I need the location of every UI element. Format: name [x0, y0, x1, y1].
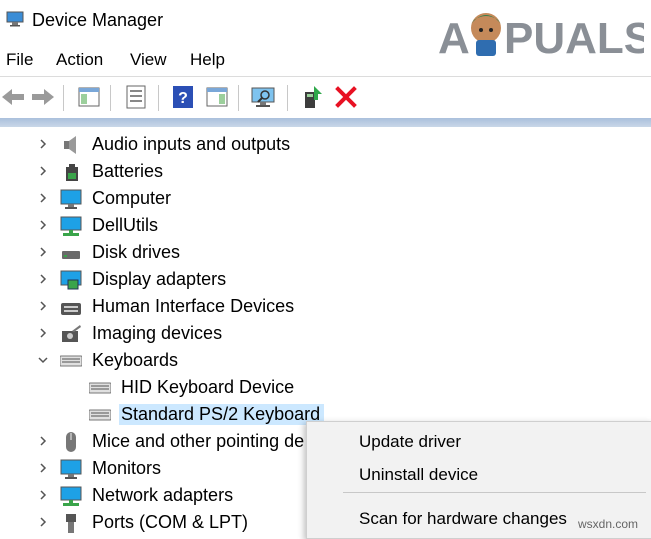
- chevron-right-icon[interactable]: [37, 138, 49, 150]
- svg-text:?: ?: [178, 90, 188, 107]
- properties-icon[interactable]: [123, 84, 149, 110]
- network-adapter-icon: [60, 486, 82, 506]
- tree-item-label: Disk drives: [92, 242, 181, 262]
- mouse-icon: [66, 432, 76, 452]
- tree-item-label: Imaging devices: [92, 323, 223, 343]
- show-hide-console-tree-icon[interactable]: [76, 84, 102, 110]
- tree-item-label: Standard PS/2 Keyboard: [119, 404, 325, 425]
- tree-item-imaging-devices[interactable]: Imaging devices: [0, 320, 651, 347]
- update-driver-menu-item[interactable]: Update driver: [359, 432, 461, 452]
- forward-arrow-icon[interactable]: [30, 84, 56, 110]
- tree-item-batteries[interactable]: Batteries: [0, 158, 651, 185]
- menu-bar: File Action View Help: [0, 44, 651, 74]
- scan-hardware-changes-icon[interactable]: [250, 84, 276, 110]
- device-manager-app-icon: [6, 11, 24, 27]
- battery-icon: [66, 164, 78, 181]
- context-menu-separator: [343, 492, 646, 493]
- chevron-right-icon[interactable]: [37, 462, 49, 474]
- menu-action[interactable]: Action: [56, 50, 103, 70]
- uninstall-device-menu-item[interactable]: Uninstall device: [359, 465, 478, 485]
- menu-help[interactable]: Help: [190, 50, 225, 70]
- camera-icon: [62, 325, 81, 342]
- tree-item-label: Display adapters: [92, 269, 227, 289]
- back-arrow-icon[interactable]: [0, 84, 26, 110]
- speaker-icon: [64, 136, 76, 154]
- tree-item-label: Human Interface Devices: [92, 296, 295, 316]
- show-action-pane-icon[interactable]: [204, 84, 230, 110]
- tree-item-audio-inputs[interactable]: Audio inputs and outputs: [0, 131, 651, 158]
- tree-item-label: Ports (COM & LPT): [92, 512, 249, 532]
- keyboard-icon: [89, 382, 111, 394]
- chevron-down-icon[interactable]: [37, 354, 49, 366]
- window-title: Device Manager: [32, 10, 164, 30]
- tree-item-label: Batteries: [92, 161, 164, 181]
- tree-item-computer[interactable]: Computer: [0, 185, 651, 212]
- toolbar-separator: [287, 85, 288, 111]
- display-adapter-icon: [60, 270, 82, 290]
- chevron-right-icon[interactable]: [37, 516, 49, 528]
- tree-item-keyboards[interactable]: Keyboards: [0, 347, 651, 374]
- tree-item-label: HID Keyboard Device: [121, 377, 295, 397]
- tree-item-label: Network adapters: [92, 485, 234, 505]
- tree-item-label: Keyboards: [92, 350, 179, 370]
- menu-file[interactable]: File: [6, 50, 33, 70]
- tree-item-hid-keyboard-device[interactable]: HID Keyboard Device: [0, 374, 651, 401]
- computer-icon: [60, 189, 82, 209]
- tree-item-label: Mice and other pointing de: [92, 431, 305, 451]
- chevron-right-icon[interactable]: [37, 165, 49, 177]
- disk-drive-icon: [62, 251, 80, 259]
- keyboard-icon: [60, 355, 82, 367]
- chevron-right-icon[interactable]: [37, 489, 49, 501]
- tree-item-disk-drives[interactable]: Disk drives: [0, 239, 651, 266]
- menu-view[interactable]: View: [130, 50, 167, 70]
- tree-item-dellutils[interactable]: DellUtils: [0, 212, 651, 239]
- tree-item-display-adapters[interactable]: Display adapters: [0, 266, 651, 293]
- tree-item-label: Audio inputs and outputs: [92, 134, 291, 154]
- tree-header-strip: [0, 118, 651, 127]
- scan-hardware-changes-menu-item[interactable]: Scan for hardware changes: [359, 509, 567, 529]
- toolbar: ?: [0, 76, 651, 117]
- toolbar-separator: [110, 85, 111, 111]
- keyboard-icon: [89, 409, 111, 421]
- chevron-right-icon[interactable]: [37, 300, 49, 312]
- hid-icon: [61, 303, 81, 315]
- title-bar: Device Manager A PUALS: [0, 0, 651, 60]
- toolbar-separator: [158, 85, 159, 111]
- toolbar-separator: [63, 85, 64, 111]
- chevron-right-icon[interactable]: [37, 192, 49, 204]
- tree-item-human-interface-devices[interactable]: Human Interface Devices: [0, 293, 651, 320]
- port-icon: [66, 514, 76, 533]
- monitor-icon: [60, 459, 82, 479]
- tree-item-label: Monitors: [92, 458, 162, 478]
- chevron-right-icon[interactable]: [37, 219, 49, 231]
- chevron-right-icon[interactable]: [37, 273, 49, 285]
- update-driver-icon[interactable]: [300, 84, 326, 110]
- chevron-right-icon[interactable]: [37, 246, 49, 258]
- tree-item-label: DellUtils: [92, 215, 159, 235]
- help-icon[interactable]: ?: [170, 84, 196, 110]
- chevron-right-icon[interactable]: [37, 327, 49, 339]
- tree-item-label: Computer: [92, 188, 172, 208]
- chevron-right-icon[interactable]: [37, 435, 49, 447]
- site-watermark: wsxdn.com: [578, 517, 639, 531]
- network-monitor-icon: [60, 216, 82, 236]
- uninstall-device-icon[interactable]: [333, 84, 359, 110]
- toolbar-separator: [238, 85, 239, 111]
